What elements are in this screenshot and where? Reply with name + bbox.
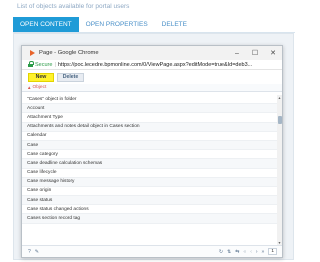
column-header-object: Object [32, 85, 47, 90]
table-row[interactable]: Attachments and notes detail object in C… [22, 122, 277, 132]
open-properties-tab[interactable]: OPEN PROPERTIES [79, 17, 155, 32]
page-logo-icon [30, 50, 35, 56]
sort-icon[interactable]: ⇅ [227, 249, 231, 255]
secure-label: Secure [35, 61, 53, 68]
table-row[interactable]: Account [22, 104, 277, 114]
columns-icon[interactable]: ⇆ [235, 249, 239, 255]
table-row[interactable]: Case lifecycle [22, 169, 277, 178]
footer-left-tools: ? ✎ [28, 249, 43, 255]
vertical-scrollbar[interactable]: ▲ ▼ [277, 95, 282, 245]
table-row[interactable]: Case category [22, 150, 277, 160]
toolbar: New Delete [22, 70, 282, 84]
table-row[interactable]: Attachment Type [22, 113, 277, 123]
table-row[interactable]: Case status [22, 196, 277, 206]
page-number-field[interactable]: 1 [268, 248, 277, 255]
next-page-icon[interactable]: › [256, 249, 258, 255]
table-row[interactable]: Case status changed actions [22, 205, 277, 215]
scroll-up-icon[interactable]: ▲ [277, 95, 282, 100]
pagination: ↻ ⇅ ⇆ « ‹ › » 1 [215, 248, 277, 255]
delete-button[interactable]: Delete [57, 72, 84, 82]
first-page-icon[interactable]: « [243, 249, 246, 255]
table-row[interactable]: "Cases" object in folder [22, 95, 277, 105]
grid-header[interactable]: ▲ Object [22, 84, 282, 92]
close-icon[interactable]: ✕ [264, 46, 282, 60]
table-row[interactable]: Case message history [22, 177, 277, 187]
last-page-icon[interactable]: » [262, 249, 265, 255]
table-row[interactable]: Case deadline calculation schemas [22, 159, 277, 169]
sort-ascending-icon: ▲ [27, 85, 32, 90]
action-tabs: OPEN CONTENT OPEN PROPERTIES DELETE [13, 17, 194, 32]
grid-footer: ? ✎ ↻ ⇅ ⇆ « ‹ › » 1 [22, 245, 282, 257]
address-bar[interactable]: Secure | https://poc.lecedre.bpmonline.c… [22, 60, 282, 70]
object-list: "Cases" object in folder Account Attachm… [22, 95, 277, 245]
chrome-popup-window: Page - Google Chrome – ☐ ✕ Secure | http… [21, 45, 283, 258]
window-titlebar[interactable]: Page - Google Chrome – ☐ ✕ [22, 46, 282, 60]
help-icon[interactable]: ? [28, 249, 31, 255]
table-row[interactable]: Cases section record tag [22, 214, 277, 224]
window-title: Page - Google Chrome [39, 50, 99, 56]
minimize-icon[interactable]: – [228, 46, 246, 60]
refresh-icon[interactable]: ↻ [219, 249, 223, 255]
window-controls: – ☐ ✕ [228, 46, 282, 60]
new-button[interactable]: New [28, 72, 54, 82]
delete-tab[interactable]: DELETE [155, 17, 194, 32]
previous-page-icon[interactable]: ‹ [250, 249, 252, 255]
lock-icon [28, 61, 34, 67]
maximize-icon[interactable]: ☐ [246, 46, 264, 60]
url-text[interactable]: https://poc.lecedre.bpmonline.com/0/View… [58, 62, 252, 68]
table-row[interactable]: Calendar [22, 132, 277, 141]
table-row[interactable]: Case origin [22, 187, 277, 197]
page-title: List of objects available for portal use… [17, 3, 130, 10]
open-content-tab[interactable]: OPEN CONTENT [13, 17, 79, 32]
edit-icon[interactable]: ✎ [35, 249, 39, 255]
scroll-thumb[interactable] [277, 116, 282, 124]
address-separator: | [54, 61, 56, 68]
table-row[interactable]: Case [22, 140, 277, 151]
